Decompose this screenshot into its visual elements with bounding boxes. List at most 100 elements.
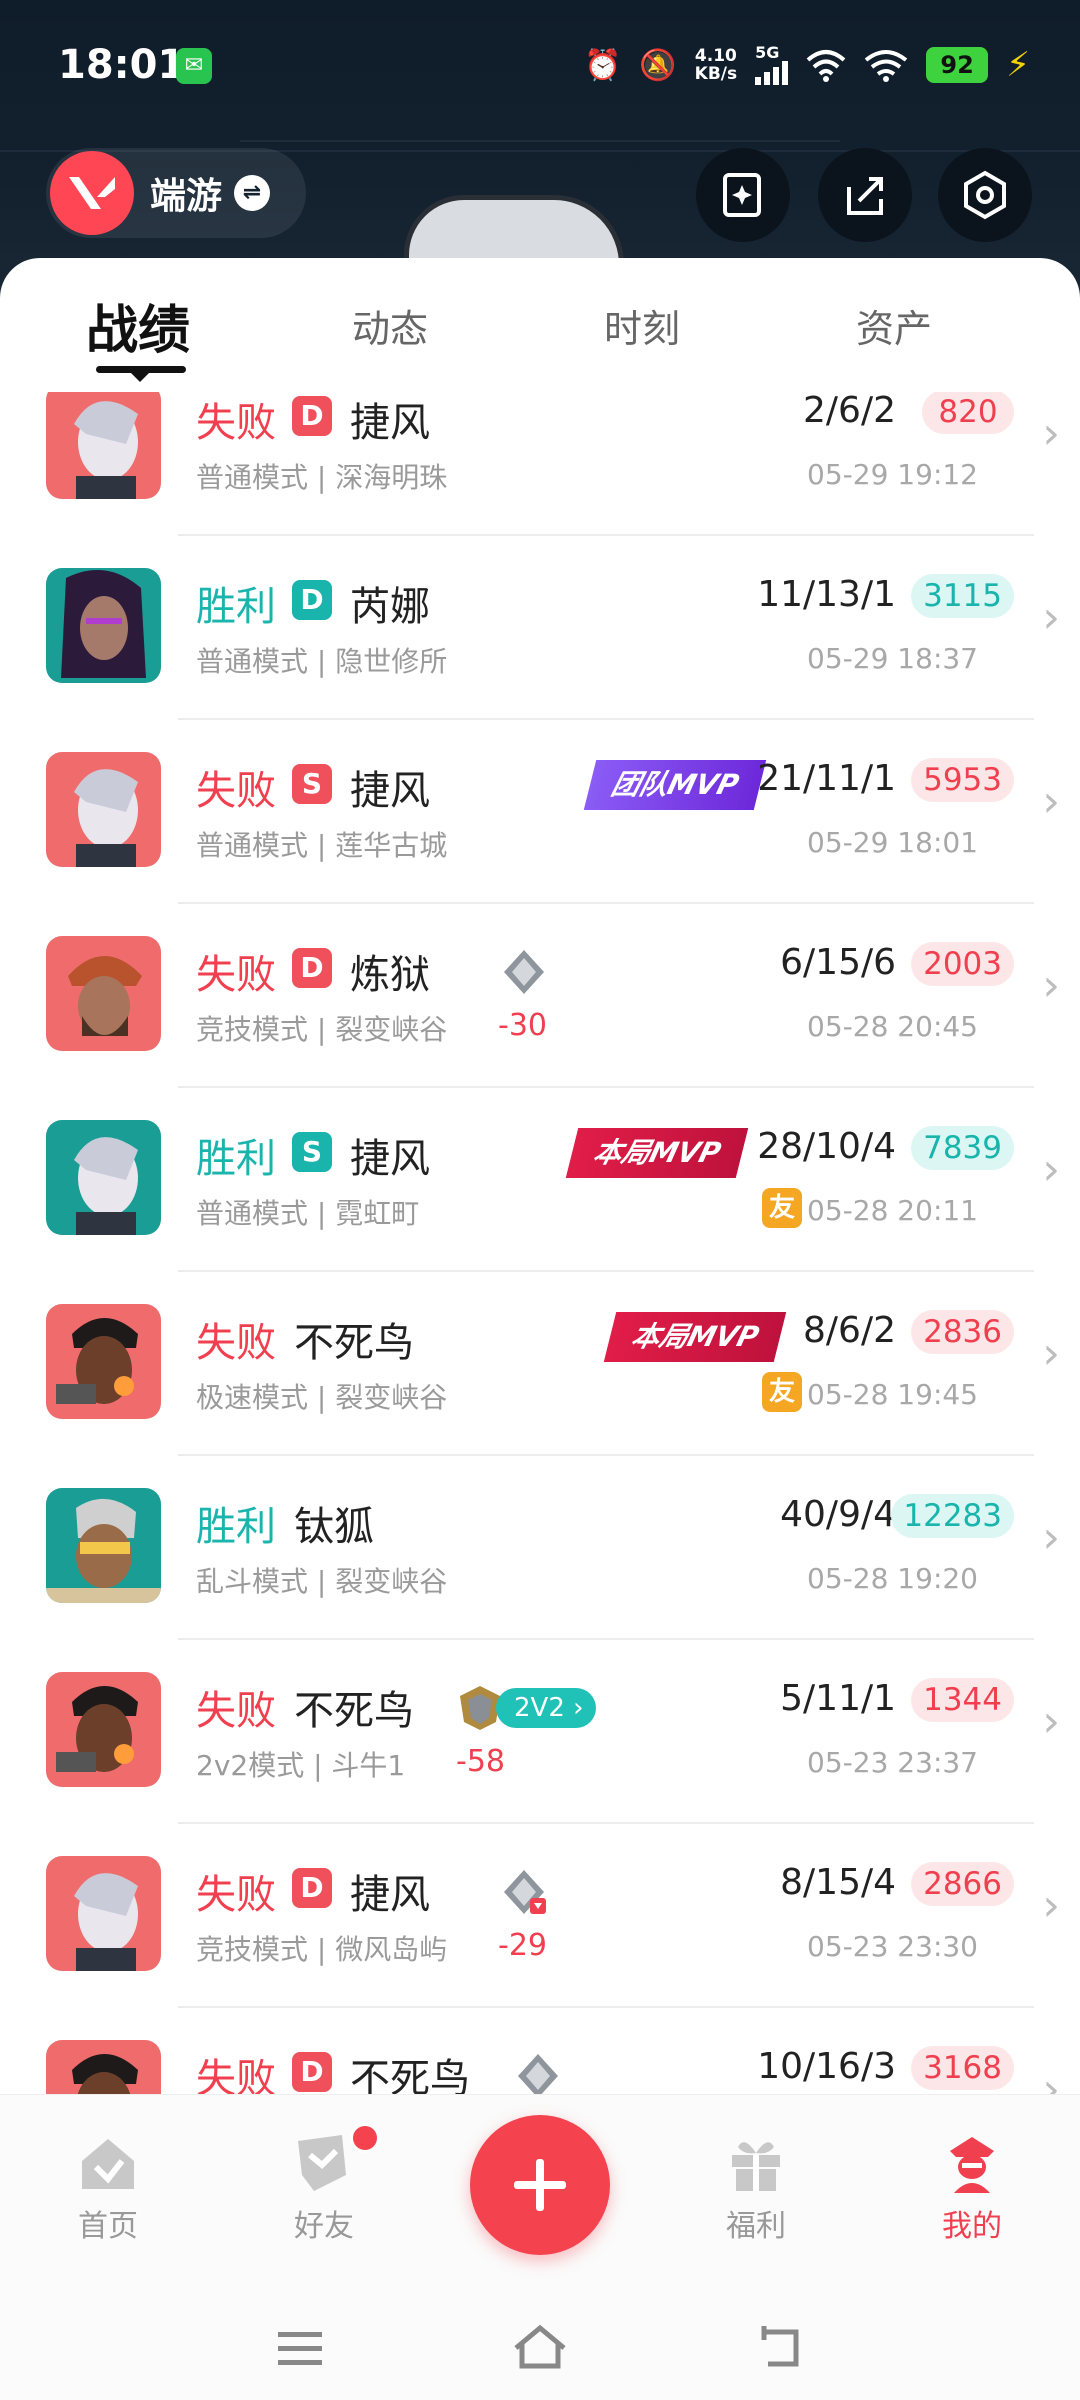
match-mode-map: 普通模式 | 深海明珠 (196, 461, 448, 494)
match-mode-map: 极速模式 | 裂变峡谷 (196, 1381, 448, 1414)
friend-badge: 友 (762, 1372, 802, 1412)
nav-home[interactable]: 首页 (48, 2131, 168, 2245)
match-result: 失败 (196, 768, 276, 814)
chevron-right-icon: › (1042, 960, 1060, 1011)
2v2-mode-badge[interactable]: 2V2 › (496, 1688, 596, 1728)
gift-icon (732, 2142, 780, 2191)
top-header: 18:01 ✉ ⏰ 🔕 4.10 KB/s 5G 92 ⚡ 端游 ⇌ (0, 0, 1080, 300)
system-nav-bar (0, 2294, 1080, 2400)
notification-dot (350, 2123, 380, 2153)
match-row[interactable]: 失败 D 捷风 -29 竞技模式 | 微风岛屿 8/15/4 2866 05-2… (0, 1824, 1080, 2008)
match-row[interactable]: 胜利 S 捷风 本局MVP 普通模式 | 霓虹町 28/10/4 7839 友 … (0, 1088, 1080, 1272)
match-kda: 40/9/4 (780, 1494, 896, 1535)
chevron-right-icon: › (1042, 1880, 1060, 1931)
home-nav-icon[interactable] (510, 2318, 570, 2378)
settings-button[interactable] (938, 148, 1032, 242)
match-date: 05-28 19:20 (807, 1562, 978, 1595)
game-switcher[interactable]: 端游 ⇌ (46, 148, 306, 238)
tab-records[interactable]: 战绩 (58, 288, 218, 363)
agent-name: 炼狱 (350, 952, 430, 998)
profile-icon (950, 2137, 994, 2193)
tab-assets[interactable]: 资产 (814, 298, 974, 353)
agent-avatar (46, 1488, 161, 1603)
match-kda: 5/11/1 (780, 1678, 896, 1719)
tab-moments[interactable]: 时刻 (562, 298, 722, 353)
nav-friends-label: 好友 (294, 2209, 354, 2244)
2v2-label: 2V2 (514, 1693, 565, 1723)
settings-hexagon-icon (964, 170, 1006, 220)
agent-name: 捷风 (350, 768, 430, 814)
back-icon[interactable] (750, 2318, 810, 2378)
rank-silver-icon (518, 2054, 558, 2094)
home-icon (82, 2139, 134, 2189)
match-row[interactable]: 失败 S 捷风 团队MVP 普通模式 | 莲华古城 21/11/1 5953 0… (0, 720, 1080, 904)
wechat-icon: ✉ (176, 48, 212, 84)
agent-avatar (46, 1304, 161, 1419)
match-kda: 8/6/2 (803, 1310, 896, 1351)
friend-badge: 友 (762, 1188, 802, 1228)
agent-avatar (46, 2040, 161, 2094)
tab-feed[interactable]: 动态 (310, 298, 470, 353)
match-score: 3168 (911, 2046, 1014, 2090)
sparkle-card-icon (723, 173, 761, 217)
match-row[interactable]: 失败 不死鸟 本局MVP 极速模式 | 裂变峡谷 8/6/2 2836 友 05… (0, 1272, 1080, 1456)
match-date: 05-23 23:37 (807, 1746, 978, 1779)
match-kda: 11/13/1 (757, 574, 896, 615)
agent-name: 不死鸟 (294, 1688, 414, 1734)
agent-avatar (46, 392, 161, 499)
nav-profile-label: 我的 (942, 2209, 1002, 2244)
match-row[interactable]: 胜利 钛狐 乱斗模式 | 裂变峡谷 40/9/4 12283 05-28 19:… (0, 1456, 1080, 1640)
menu-icon[interactable] (270, 2318, 330, 2378)
match-result: 胜利 (196, 1136, 276, 1182)
match-row[interactable]: 失败 D 不死鸟 10/16/3 3168 › (0, 2008, 1080, 2094)
nav-rewards[interactable]: 福利 (696, 2131, 816, 2245)
battery-level: 92 (926, 47, 989, 83)
alarm-icon: ⏰ (583, 47, 622, 83)
premade-tag: S (292, 1132, 332, 1172)
ai-card-button[interactable] (696, 148, 790, 242)
agent-avatar (46, 752, 161, 867)
premade-tag: D (292, 2052, 332, 2092)
match-score: 2003 (911, 942, 1014, 986)
status-icons: ⏰ 🔕 4.10 KB/s 5G 92 ⚡ (584, 40, 1030, 90)
match-mode-map: 竞技模式 | 微风岛屿 (196, 1933, 448, 1966)
chevron-right-icon: › (1042, 592, 1060, 643)
match-row[interactable]: 胜利 D 芮娜 普通模式 | 隐世修所 11/13/1 3115 05-29 1… (0, 536, 1080, 720)
nav-rewards-label: 福利 (726, 2209, 786, 2244)
net-speed-unit: KB/s (694, 64, 738, 84)
nav-profile[interactable]: 我的 (912, 2131, 1032, 2245)
friends-icon (298, 2135, 346, 2191)
premade-tag: D (292, 580, 332, 620)
agent-name: 捷风 (350, 1136, 430, 1182)
match-result: 失败 (196, 400, 276, 446)
chevron-right-icon: › (1042, 408, 1060, 459)
premade-tag: D (292, 1868, 332, 1908)
match-row[interactable]: 失败 D 捷风 普通模式 | 深海明珠 2/6/2 820 05-29 19:1… (0, 392, 1080, 536)
agent-name: 钛狐 (294, 1504, 374, 1550)
wifi-icon (806, 50, 846, 82)
agent-avatar (46, 1672, 161, 1787)
rank-silver-down-icon (504, 1870, 546, 1914)
match-kda: 2/6/2 (803, 392, 896, 431)
match-date: 05-28 20:11 (807, 1194, 978, 1227)
share-button[interactable] (818, 148, 912, 242)
agent-avatar (46, 568, 161, 683)
tab-bar: 战绩 动态 时刻 资产 (0, 258, 1080, 392)
nav-home-label: 首页 (78, 2209, 138, 2244)
network-type: 5G (755, 43, 780, 62)
agent-name: 不死鸟 (294, 1320, 414, 1366)
chevron-right-icon: › (1042, 1512, 1060, 1563)
match-kda: 10/16/3 (757, 2046, 896, 2087)
premade-tag: D (292, 948, 332, 988)
chevron-right-icon: › (1042, 2064, 1060, 2094)
signal-bars-icon (755, 61, 789, 85)
create-button[interactable] (470, 2115, 610, 2255)
match-mode-map: 乱斗模式 | 裂变峡谷 (196, 1565, 448, 1598)
match-kda: 6/15/6 (780, 942, 896, 983)
match-date: 05-28 19:45 (807, 1378, 978, 1411)
agent-name: 捷风 (350, 1872, 430, 1918)
wifi-icon (864, 50, 908, 82)
match-row[interactable]: 失败 D 炼狱 -30 竞技模式 | 裂变峡谷 6/15/6 2003 05-2… (0, 904, 1080, 1088)
agent-avatar (46, 936, 161, 1051)
match-row[interactable]: 失败 不死鸟 2V2 › -58 2v2模式 | 斗牛1 5/11/1 1344… (0, 1640, 1080, 1824)
